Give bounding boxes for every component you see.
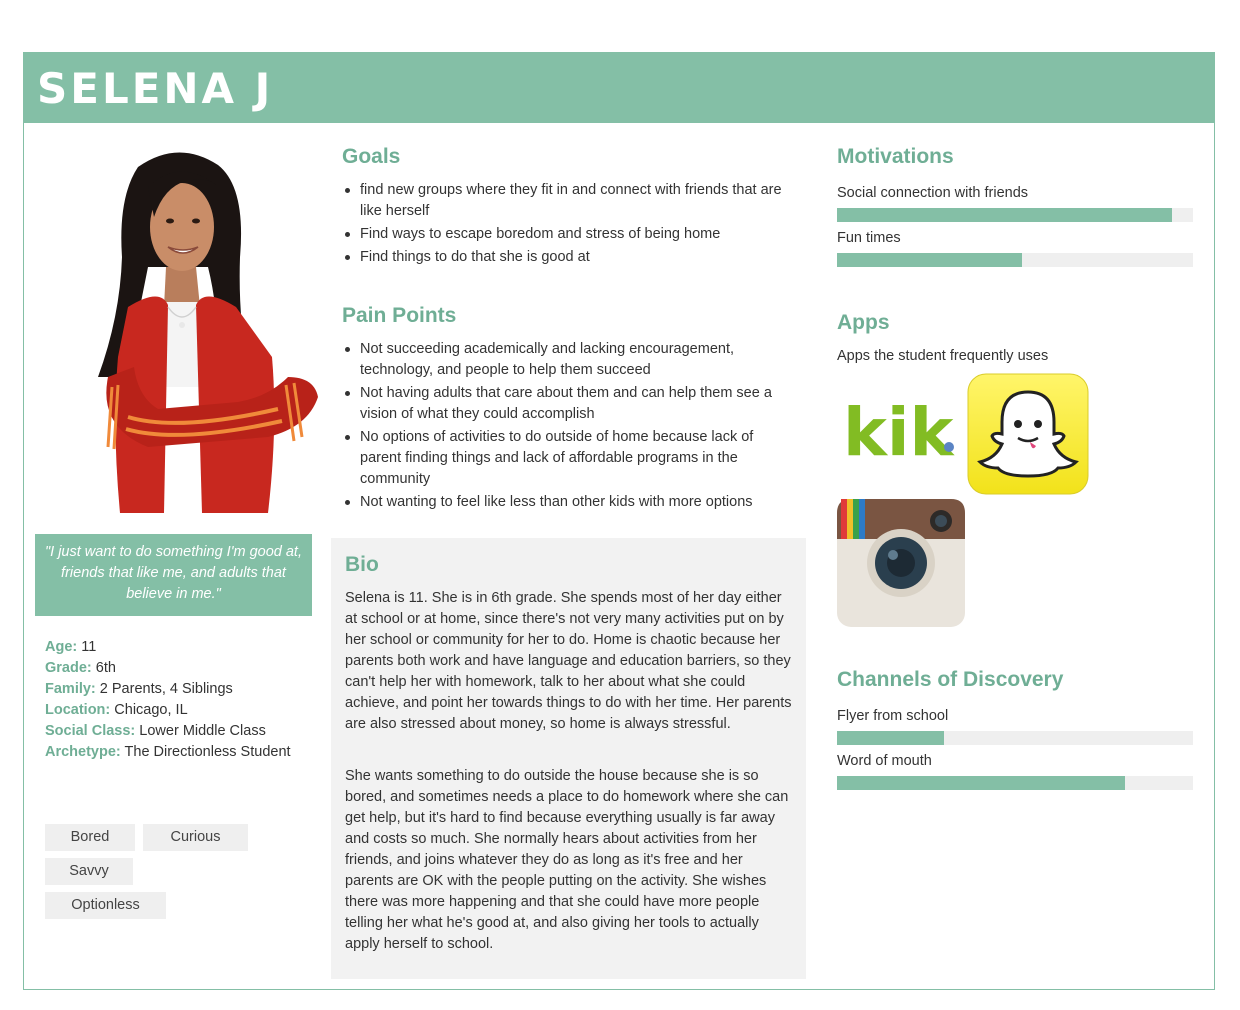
fact-grade: Grade: 6th	[45, 660, 116, 676]
motivation-bar	[837, 253, 1193, 267]
kik-icon: kik	[843, 394, 956, 471]
pain-point-item: No options of activities to do outside o…	[342, 427, 792, 490]
persona-facts: Age: 11 Grade: 6th Family: 2 Parents, 4 …	[45, 637, 295, 763]
goals-title: Goals	[342, 145, 401, 168]
channel-bar	[837, 731, 1193, 745]
goal-item: Find things to do that she is good at	[342, 247, 792, 268]
fact-social-class: Social Class: Lower Middle Class	[45, 723, 266, 739]
fact-archetype: Archetype: The Directionless Student	[45, 744, 291, 760]
motivation-label: Fun times	[837, 230, 901, 246]
motivations-title: Motivations	[837, 145, 954, 168]
persona-header: SELENA J	[24, 53, 1214, 123]
channel-bar-fill	[837, 776, 1126, 790]
fact-age: Age: 11	[45, 639, 97, 655]
channel-label: Flyer from school	[837, 708, 949, 724]
bio-title: Bio	[345, 553, 379, 576]
persona-name: SELENA J	[37, 64, 274, 113]
pain-points-title: Pain Points	[342, 304, 457, 327]
pain-point-item: Not succeeding academically and lacking …	[342, 339, 792, 381]
apps-subtitle: Apps the student frequently uses	[837, 348, 1049, 364]
fact-family: Family: 2 Parents, 4 Siblings	[45, 681, 233, 697]
motivation-bar-fill	[837, 253, 1023, 267]
pain-point-item: Not wanting to feel like less than other…	[342, 492, 792, 513]
kik-wordmark: kik	[843, 394, 956, 471]
pain-point-item: Not having adults that care about them a…	[342, 383, 792, 425]
bio-paragraph: She wants something to do outside the ho…	[345, 768, 789, 952]
tag-curious: Curious	[143, 824, 248, 851]
instagram-icon	[837, 499, 965, 627]
persona-photo	[98, 152, 318, 513]
tag-savvy: Savvy	[45, 858, 133, 885]
motivation-bar-fill	[837, 208, 1172, 222]
bio-paragraph: Selena is 11. She is in 6th grade. She s…	[345, 590, 792, 732]
channels-title: Channels of Discovery	[837, 668, 1064, 691]
persona-quote: "I just want to do something I'm good at…	[35, 534, 312, 616]
channel-label: Word of mouth	[837, 753, 932, 769]
tag-bored: Bored	[45, 824, 135, 851]
goals-list: find new groups where they fit in and co…	[342, 180, 792, 270]
goal-item: Find ways to escape boredom and stress o…	[342, 224, 792, 245]
persona-card: SELENA J "I just want to do something I'…	[23, 52, 1215, 990]
pain-points-list: Not succeeding academically and lacking …	[342, 339, 792, 515]
channel-bar	[837, 776, 1193, 790]
motivation-bar	[837, 208, 1193, 222]
goal-item: find new groups where they fit in and co…	[342, 180, 792, 222]
tag-optionless: Optionless	[45, 892, 166, 919]
apps-title: Apps	[837, 311, 890, 334]
fact-location: Location: Chicago, IL	[45, 702, 188, 718]
motivation-label: Social connection with friends	[837, 185, 1029, 201]
snapchat-icon	[967, 373, 1089, 495]
bio-panel: Bio Selena is 11. She is in 6th grade. S…	[331, 538, 806, 979]
channel-bar-fill	[837, 731, 944, 745]
